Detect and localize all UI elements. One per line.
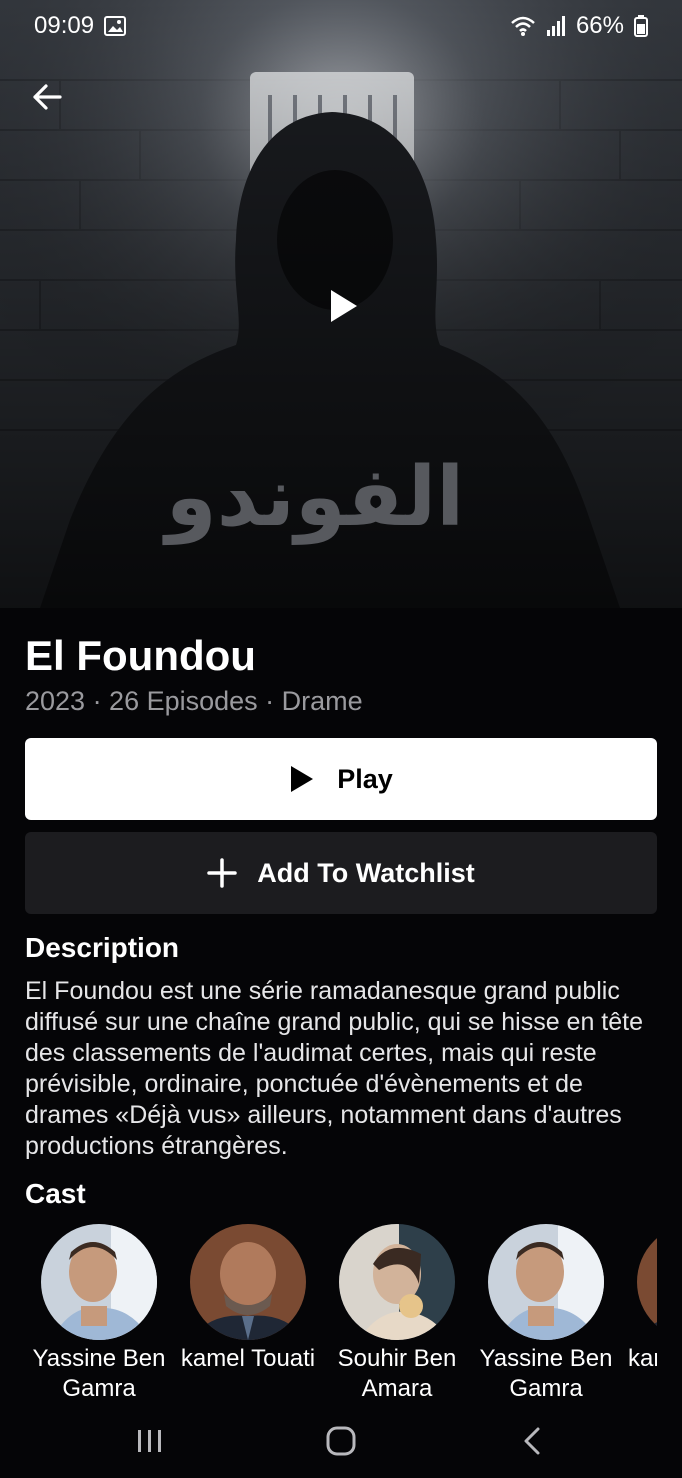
recent-apps-button[interactable] <box>120 1419 180 1463</box>
cast-member-name: Yassine Ben Gamra <box>479 1345 613 1402</box>
cast-member-name: kar <box>628 1345 657 1372</box>
play-icon <box>291 766 314 792</box>
add-to-watchlist-button[interactable]: Add To Watchlist <box>25 832 657 914</box>
cast-member-name: Yassine Ben Gamra <box>32 1345 166 1402</box>
avatar <box>339 1224 455 1340</box>
cast-member-name: Souhir Ben Amara <box>337 1345 457 1402</box>
chevron-left-icon <box>524 1427 540 1455</box>
show-title: El Foundou <box>25 632 256 679</box>
cast-list[interactable]: Yassine Ben Gamra kamel Touati Souhir Be… <box>0 1224 657 1404</box>
plus-icon <box>207 858 237 888</box>
show-meta: 2023 · 26 Episodes · Drame <box>25 686 363 716</box>
gallery-notification-icon <box>104 16 127 36</box>
play-button-label: Play <box>337 763 393 794</box>
home-button[interactable] <box>311 1419 371 1463</box>
play-button[interactable]: Play <box>25 738 657 820</box>
recent-apps-icon <box>138 1430 161 1452</box>
cast-member[interactable]: Souhir Ben Amara <box>322 1224 472 1404</box>
poster-arabic-title: الفوندو <box>162 450 464 546</box>
cast-heading: Cast <box>25 1178 86 1209</box>
system-back-button[interactable] <box>502 1419 562 1463</box>
wifi-icon <box>511 16 535 36</box>
cast-member[interactable]: kamel Touati <box>173 1224 323 1374</box>
play-icon <box>331 290 357 322</box>
home-icon <box>326 1426 356 1456</box>
avatar <box>41 1224 157 1340</box>
system-navigation-bar <box>0 1405 682 1478</box>
battery-icon <box>634 15 648 37</box>
status-time: 09:09 <box>34 12 95 39</box>
arrow-left-icon <box>33 84 62 110</box>
avatar <box>637 1224 657 1340</box>
avatar <box>190 1224 306 1340</box>
cast-member-name: kamel Touati <box>180 1345 316 1372</box>
status-bar: 09:09 66% <box>0 0 682 52</box>
signal-icon <box>546 16 565 36</box>
battery-percent: 66% <box>575 12 624 39</box>
back-button[interactable] <box>26 76 68 118</box>
watchlist-button-label: Add To Watchlist <box>257 857 475 888</box>
description-heading: Description <box>25 932 180 963</box>
description-text: El Foundou est une série ramadanesque gr… <box>25 977 644 1160</box>
cast-member[interactable]: Yassine Ben Gamra <box>24 1224 174 1404</box>
cast-member[interactable]: Yassine Ben Gamra <box>471 1224 621 1404</box>
cast-member[interactable]: kar <box>620 1224 657 1374</box>
avatar <box>488 1224 604 1340</box>
trailer-play-button[interactable] <box>318 280 370 332</box>
hero-image[interactable]: الفوندو 09:09 66% <box>0 0 682 608</box>
